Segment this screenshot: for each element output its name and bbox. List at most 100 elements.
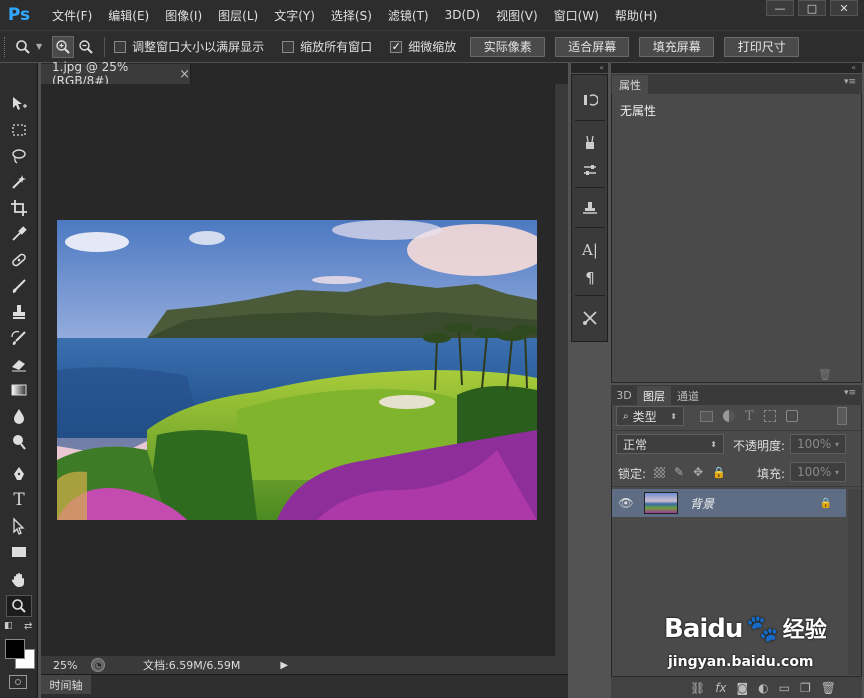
history-brush-tool-icon[interactable] bbox=[6, 327, 32, 349]
strip-collapse-arrows[interactable]: « bbox=[571, 63, 608, 73]
menu-edit[interactable]: 编辑(E) bbox=[100, 7, 157, 24]
marquee-tool-icon[interactable] bbox=[6, 119, 32, 141]
default-colors-icon[interactable]: ◧ bbox=[4, 621, 13, 631]
eraser-tool-icon[interactable] bbox=[6, 353, 32, 375]
print-size-button[interactable]: 打印尺寸 bbox=[724, 36, 800, 57]
lock-pixels-icon[interactable]: ✎ bbox=[674, 465, 684, 479]
lock-position-icon[interactable]: ✥ bbox=[693, 465, 703, 479]
zoom-all-windows-checkbox[interactable]: 缩放所有窗口 bbox=[282, 38, 372, 55]
blend-mode-dropdown[interactable]: 正常 ⬍ bbox=[616, 434, 724, 454]
magic-wand-tool-icon[interactable] bbox=[6, 171, 32, 193]
hand-tool-icon[interactable] bbox=[6, 569, 32, 591]
gradient-tool-icon[interactable] bbox=[6, 379, 32, 401]
foreground-color-swatch[interactable] bbox=[5, 639, 25, 659]
character-panel-icon[interactable]: A| bbox=[578, 239, 602, 261]
scrubby-zoom-checkbox[interactable]: ✓ 细微缩放 bbox=[390, 38, 456, 55]
zoom-in-icon[interactable] bbox=[52, 35, 75, 58]
properties-menu-icon[interactable]: ▾≡ bbox=[844, 77, 856, 87]
layer-row[interactable]: 👁 背景 🔒 bbox=[612, 489, 846, 517]
menu-select[interactable]: 选择(S) bbox=[323, 7, 380, 24]
blur-tool-icon[interactable] bbox=[6, 405, 32, 427]
path-selection-tool-icon[interactable] bbox=[6, 515, 32, 537]
delete-layer-icon[interactable]: 🗑 bbox=[821, 681, 836, 695]
menu-type[interactable]: 文字(Y) bbox=[266, 7, 323, 24]
filter-type-icon[interactable]: T bbox=[745, 409, 754, 424]
menu-3d[interactable]: 3D(D) bbox=[437, 8, 488, 22]
properties-tab[interactable]: 属性 bbox=[612, 75, 648, 94]
visibility-eye-icon[interactable]: 👁 bbox=[612, 496, 640, 510]
tab-3d[interactable]: 3D bbox=[611, 386, 637, 405]
menu-file[interactable]: 文件(F) bbox=[44, 7, 100, 24]
quick-mask-icon[interactable] bbox=[9, 675, 27, 689]
opacity-field[interactable]: 100% ▾ bbox=[790, 434, 846, 454]
resize-windows-checkbox[interactable]: 调整窗口大小以满屏显示 bbox=[114, 38, 264, 55]
fill-field[interactable]: 100% ▾ bbox=[790, 462, 846, 482]
layer-filter-dropdown[interactable]: ⌕ 类型 ⬍ bbox=[616, 406, 684, 426]
lock-transparent-icon[interactable] bbox=[654, 466, 665, 478]
healing-brush-tool-icon[interactable] bbox=[6, 249, 32, 271]
rectangle-tool-icon[interactable] bbox=[6, 541, 32, 563]
menu-layer[interactable]: 图层(L) bbox=[210, 7, 266, 24]
fill-screen-button[interactable]: 填充屏幕 bbox=[639, 36, 715, 57]
maximize-button[interactable]: □ bbox=[798, 0, 826, 16]
brush-tool-icon[interactable] bbox=[6, 275, 32, 297]
pen-tool-icon[interactable] bbox=[6, 463, 32, 485]
history-panel-icon[interactable] bbox=[578, 89, 602, 111]
filter-shape-icon[interactable] bbox=[763, 410, 776, 422]
lock-all-icon[interactable]: 🔒 bbox=[712, 466, 726, 479]
scrubby-zoom-box[interactable]: ✓ bbox=[390, 40, 403, 53]
clone-source-panel-icon[interactable] bbox=[578, 197, 602, 219]
zoom-all-windows-box[interactable] bbox=[282, 40, 295, 53]
layers-menu-icon[interactable]: ▾≡ bbox=[844, 388, 856, 398]
document-tab[interactable]: 1.jpg @ 25%(RGB/8#) × bbox=[41, 60, 191, 88]
canvas[interactable] bbox=[45, 84, 553, 656]
menu-help[interactable]: 帮助(H) bbox=[607, 7, 665, 24]
paragraph-panel-icon[interactable]: ¶ bbox=[578, 267, 602, 289]
filter-smart-object-icon[interactable] bbox=[785, 410, 798, 422]
menu-view[interactable]: 视图(V) bbox=[488, 7, 546, 24]
zoom-level[interactable]: 25% bbox=[41, 659, 91, 672]
status-menu-arrow-icon[interactable]: ▶ bbox=[280, 660, 288, 671]
new-group-icon[interactable]: ▭ bbox=[779, 681, 790, 695]
crop-tool-icon[interactable] bbox=[6, 197, 32, 219]
move-tool-icon[interactable] bbox=[6, 93, 32, 115]
link-layers-icon[interactable]: ⛓ bbox=[690, 681, 705, 695]
dodge-tool-icon[interactable] bbox=[6, 431, 32, 453]
menu-window[interactable]: 窗口(W) bbox=[546, 7, 607, 24]
timeline-tab[interactable]: 时间轴 bbox=[41, 675, 91, 694]
tool-presets-panel-icon[interactable] bbox=[578, 307, 602, 329]
new-layer-icon[interactable]: ❐ bbox=[800, 681, 811, 695]
adjustments-panel-icon[interactable] bbox=[578, 159, 602, 181]
fit-screen-button[interactable]: 适合屏幕 bbox=[555, 36, 630, 57]
properties-trash-icon[interactable]: 🗑 bbox=[818, 368, 832, 381]
filter-adjustment-icon[interactable] bbox=[723, 410, 735, 422]
clone-stamp-tool-icon[interactable] bbox=[6, 301, 32, 323]
zoom-tool-preset-icon[interactable] bbox=[10, 36, 36, 58]
tab-layers[interactable]: 图层 bbox=[637, 386, 671, 405]
type-tool-icon[interactable]: T bbox=[6, 489, 32, 511]
tab-channels[interactable]: 通道 bbox=[671, 386, 705, 405]
preset-dropdown-icon[interactable]: ▼ bbox=[36, 42, 42, 51]
canvas-vertical-scrollbar[interactable] bbox=[554, 84, 568, 656]
brush-presets-panel-icon[interactable] bbox=[578, 131, 602, 153]
eyedropper-tool-icon[interactable] bbox=[6, 223, 32, 245]
zoom-out-icon[interactable] bbox=[74, 36, 98, 58]
adjustment-layer-icon[interactable]: ◐ bbox=[758, 681, 768, 695]
share-icon[interactable]: ◔ bbox=[91, 658, 105, 672]
close-window-button[interactable]: ✕ bbox=[830, 0, 858, 16]
menu-image[interactable]: 图像(I) bbox=[157, 7, 210, 24]
filter-pixel-icon[interactable] bbox=[700, 410, 713, 422]
panels-collapse-arrows[interactable]: « bbox=[611, 63, 862, 73]
layer-name[interactable]: 背景 bbox=[690, 495, 714, 512]
minimize-button[interactable]: — bbox=[766, 0, 794, 16]
filter-toggle-switch[interactable] bbox=[837, 407, 847, 425]
swap-colors-icon[interactable]: ⇄ bbox=[24, 621, 32, 632]
close-document-icon[interactable]: × bbox=[179, 67, 190, 82]
add-mask-icon[interactable]: ◙ bbox=[737, 681, 749, 695]
actual-pixels-button[interactable]: 实际像素 bbox=[470, 36, 546, 57]
zoom-tool-icon[interactable] bbox=[6, 595, 32, 617]
layer-style-icon[interactable]: fx bbox=[715, 681, 726, 695]
lasso-tool-icon[interactable] bbox=[6, 145, 32, 167]
menu-filter[interactable]: 滤镜(T) bbox=[380, 7, 437, 24]
resize-windows-box[interactable] bbox=[114, 40, 127, 53]
